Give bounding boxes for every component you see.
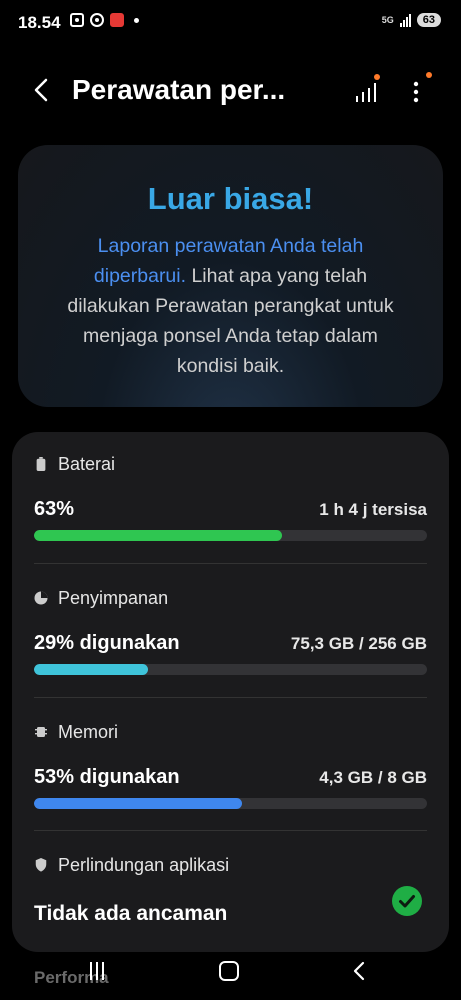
storage-header: Penyimpanan — [34, 586, 427, 610]
battery-header: Baterai — [34, 452, 427, 476]
system-back-button[interactable] — [350, 960, 370, 982]
battery-level-badge: 63 — [416, 13, 441, 27]
home-button[interactable] — [219, 961, 239, 981]
memory-section[interactable]: Memori 53% digunakan 4,3 GB / 8 GB — [34, 720, 427, 809]
memory-label: Memori — [58, 721, 119, 742]
more-options-button[interactable] — [404, 72, 432, 106]
network-type-label: 5G — [381, 14, 394, 25]
storage-section[interactable]: Penyimpanan 29% digunakan 75,3 GB / 256 … — [34, 586, 427, 675]
recent-apps-button[interactable] — [90, 962, 108, 980]
shield-icon — [35, 858, 47, 872]
check-circle-icon — [392, 886, 422, 916]
storage-metric: 29% digunakan 75,3 GB / 256 GB — [34, 630, 427, 660]
app-notification-icon — [110, 13, 124, 27]
memory-progress-bar — [34, 798, 427, 809]
app-protection-section[interactable]: Perlindungan aplikasi — [34, 853, 427, 877]
back-button[interactable] — [28, 75, 58, 105]
battery-icon — [36, 457, 46, 471]
battery-progress-fill — [34, 530, 282, 541]
storage-used-amount: 75,3 GB / 256 GB — [290, 634, 427, 653]
device-status-card: Baterai 63% 1 h 4 j tersisa Penyimpanan … — [12, 432, 449, 952]
statistics-button[interactable] — [350, 74, 382, 106]
notification-dot — [426, 72, 432, 78]
system-status: 5G 63 — [382, 13, 441, 27]
more-vertical-icon — [413, 81, 419, 103]
memory-used-amount: 4,3 GB / 8 GB — [319, 768, 427, 787]
storage-progress-fill — [34, 664, 148, 675]
app-header: Perawatan per... — [0, 60, 461, 120]
divider — [34, 830, 427, 831]
status-time: 18.54 — [18, 13, 61, 32]
memory-chip-icon — [35, 727, 47, 737]
bar-chart-icon — [356, 83, 376, 102]
more-notifications-dot — [134, 17, 139, 23]
storage-progress-bar — [34, 664, 427, 675]
battery-label: Baterai — [58, 453, 116, 474]
notification-icons — [70, 13, 139, 27]
status-bar: 18.54 5G 63 — [0, 0, 461, 46]
battery-progress-bar — [34, 530, 427, 541]
gallery-notification-icon — [70, 13, 84, 27]
memory-header: Memori — [34, 720, 427, 744]
app-protection-status: Tidak ada ancaman — [34, 902, 228, 925]
pie-chart-icon — [34, 591, 48, 605]
app-protection-label: Perlindungan aplikasi — [58, 854, 230, 875]
page-title: Perawatan per... — [72, 74, 286, 105]
chevron-left-icon — [34, 78, 48, 102]
memory-metric: 53% digunakan 4,3 GB / 8 GB — [34, 764, 427, 794]
notification-dot — [374, 74, 380, 80]
summary-card: Luar biasa! Laporan perawatan Anda telah… — [18, 145, 443, 407]
storage-label: Penyimpanan — [58, 587, 169, 608]
media-notification-icon — [90, 13, 104, 27]
battery-time-remaining: 1 h 4 j tersisa — [319, 500, 427, 519]
app-protection-header: Perlindungan aplikasi — [34, 853, 427, 877]
memory-used-percentage: 53% digunakan — [34, 766, 180, 788]
checkmark-glyph — [399, 895, 415, 908]
navigation-bar — [0, 950, 461, 1000]
battery-section[interactable]: Baterai 63% 1 h 4 j tersisa — [34, 452, 427, 541]
divider — [34, 563, 427, 564]
battery-metric: 63% 1 h 4 j tersisa — [34, 496, 427, 526]
summary-description: Laporan perawatan Anda telah diperbarui.… — [54, 231, 407, 381]
signal-strength-icon — [399, 13, 411, 27]
chevron-left-icon — [353, 961, 365, 981]
battery-percentage: 63% — [34, 498, 75, 520]
summary-title: Luar biasa! — [147, 181, 314, 216]
divider — [34, 697, 427, 698]
storage-used-percentage: 29% digunakan — [34, 632, 180, 654]
memory-progress-fill — [34, 798, 243, 809]
